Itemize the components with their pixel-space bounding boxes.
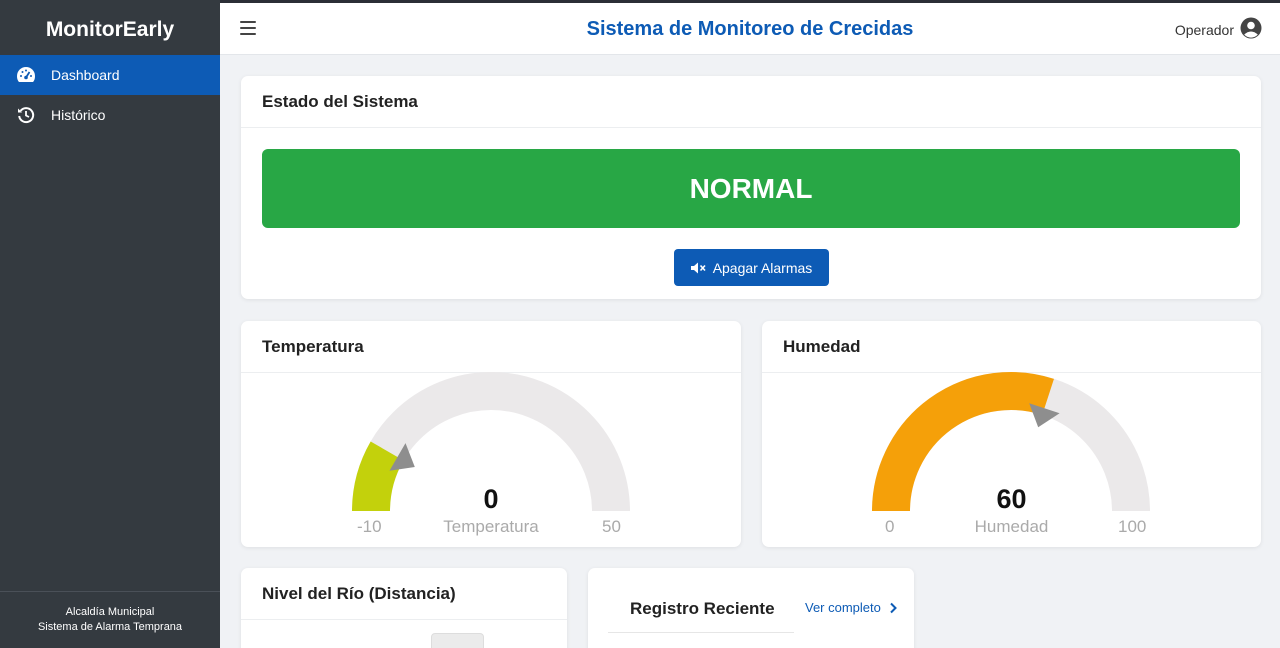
sidebar-item-dashboard[interactable]: Dashboard bbox=[0, 55, 220, 95]
gauge-label: Temperatura bbox=[443, 517, 539, 536]
gauge-icon bbox=[16, 65, 36, 85]
top-header: Sistema de Monitoreo de Crecidas Operado… bbox=[220, 3, 1280, 55]
gauge-label: Humedad bbox=[974, 517, 1049, 536]
brand-logo[interactable]: MonitorEarly bbox=[0, 0, 220, 55]
sidebar-item-label: Histórico bbox=[51, 107, 106, 123]
humidity-value: 60 bbox=[996, 484, 1027, 514]
footer-org: Alcaldía Municipal bbox=[65, 606, 155, 618]
card-title: Estado del Sistema bbox=[241, 76, 1261, 128]
status-banner: NORMAL bbox=[262, 149, 1240, 228]
mute-icon bbox=[690, 262, 706, 273]
temperature-value: 0 bbox=[483, 484, 499, 514]
humidity-card: Humedad 60 0 Humedad 100 bbox=[762, 321, 1261, 547]
silence-alarms-label: Apagar Alarmas bbox=[712, 259, 813, 276]
river-level-meter bbox=[431, 633, 484, 648]
river-level-card: Nivel del Río (Distancia) bbox=[241, 568, 567, 648]
user-menu[interactable]: Operador bbox=[1175, 17, 1262, 42]
temperature-card: Temperatura 0 -10 Temperatura 50 bbox=[241, 321, 741, 547]
sidebar-footer: Alcaldía Municipal Sistema de Alarma Tem… bbox=[0, 591, 220, 648]
card-title: Nivel del Río (Distancia) bbox=[241, 568, 567, 620]
footer-system: Sistema de Alarma Temprana bbox=[37, 621, 183, 633]
history-icon bbox=[16, 105, 36, 125]
silence-alarms-button[interactable]: Apagar Alarmas bbox=[674, 249, 829, 286]
user-label: Operador bbox=[1174, 21, 1234, 38]
gauge-max: 100 bbox=[1118, 517, 1147, 536]
view-all-link[interactable]: Ver completo bbox=[805, 600, 898, 615]
chevron-right-icon bbox=[890, 602, 897, 613]
system-status-card: Estado del Sistema NORMAL Apagar Alarmas bbox=[241, 76, 1261, 299]
recent-records-card: Registro Reciente Ver completo bbox=[588, 568, 914, 648]
card-title: Registro Reciente bbox=[630, 599, 775, 618]
sidebar-item-historico[interactable]: Histórico bbox=[0, 95, 220, 135]
sidebar: MonitorEarly Dashboard Histórico Alcaldí… bbox=[0, 0, 220, 648]
gauge-max: 50 bbox=[602, 517, 621, 536]
view-all-label: Ver completo bbox=[805, 600, 881, 615]
divider bbox=[608, 632, 794, 633]
page-title: Sistema de Monitoreo de Crecidas bbox=[586, 18, 914, 40]
sidebar-item-label: Dashboard bbox=[51, 67, 120, 83]
user-circle-icon bbox=[1240, 17, 1262, 42]
